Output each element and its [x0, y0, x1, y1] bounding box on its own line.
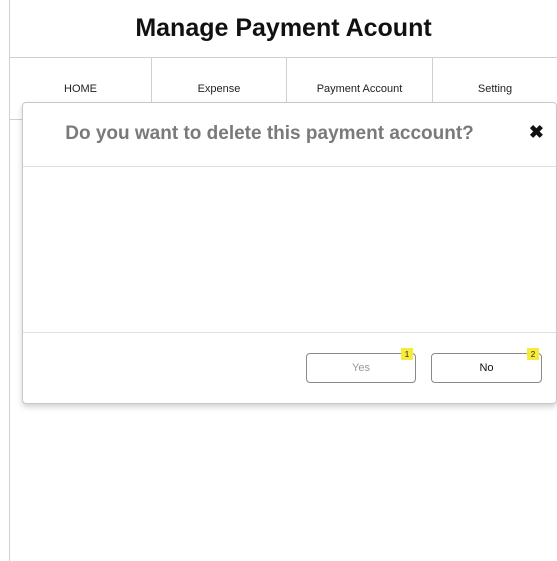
delete-confirm-dialog: Do you want to delete this payment accou…: [22, 102, 557, 404]
yes-button[interactable]: Yes 1: [306, 348, 416, 383]
page-header: Manage Payment Acount: [10, 0, 557, 58]
no-button-label: No: [479, 362, 494, 374]
no-step-badge: 2: [527, 348, 539, 360]
dialog-header: Do you want to delete this payment accou…: [23, 103, 556, 167]
page-title: Manage Payment Acount: [135, 14, 432, 42]
dialog-footer: Yes 1 No 2: [23, 332, 556, 404]
yes-step-badge: 1: [401, 348, 413, 360]
close-icon[interactable]: ✖: [529, 123, 544, 141]
dialog-title: Do you want to delete this payment accou…: [65, 123, 474, 144]
no-button[interactable]: No 2: [431, 348, 542, 383]
yes-button-label: Yes: [352, 362, 370, 374]
